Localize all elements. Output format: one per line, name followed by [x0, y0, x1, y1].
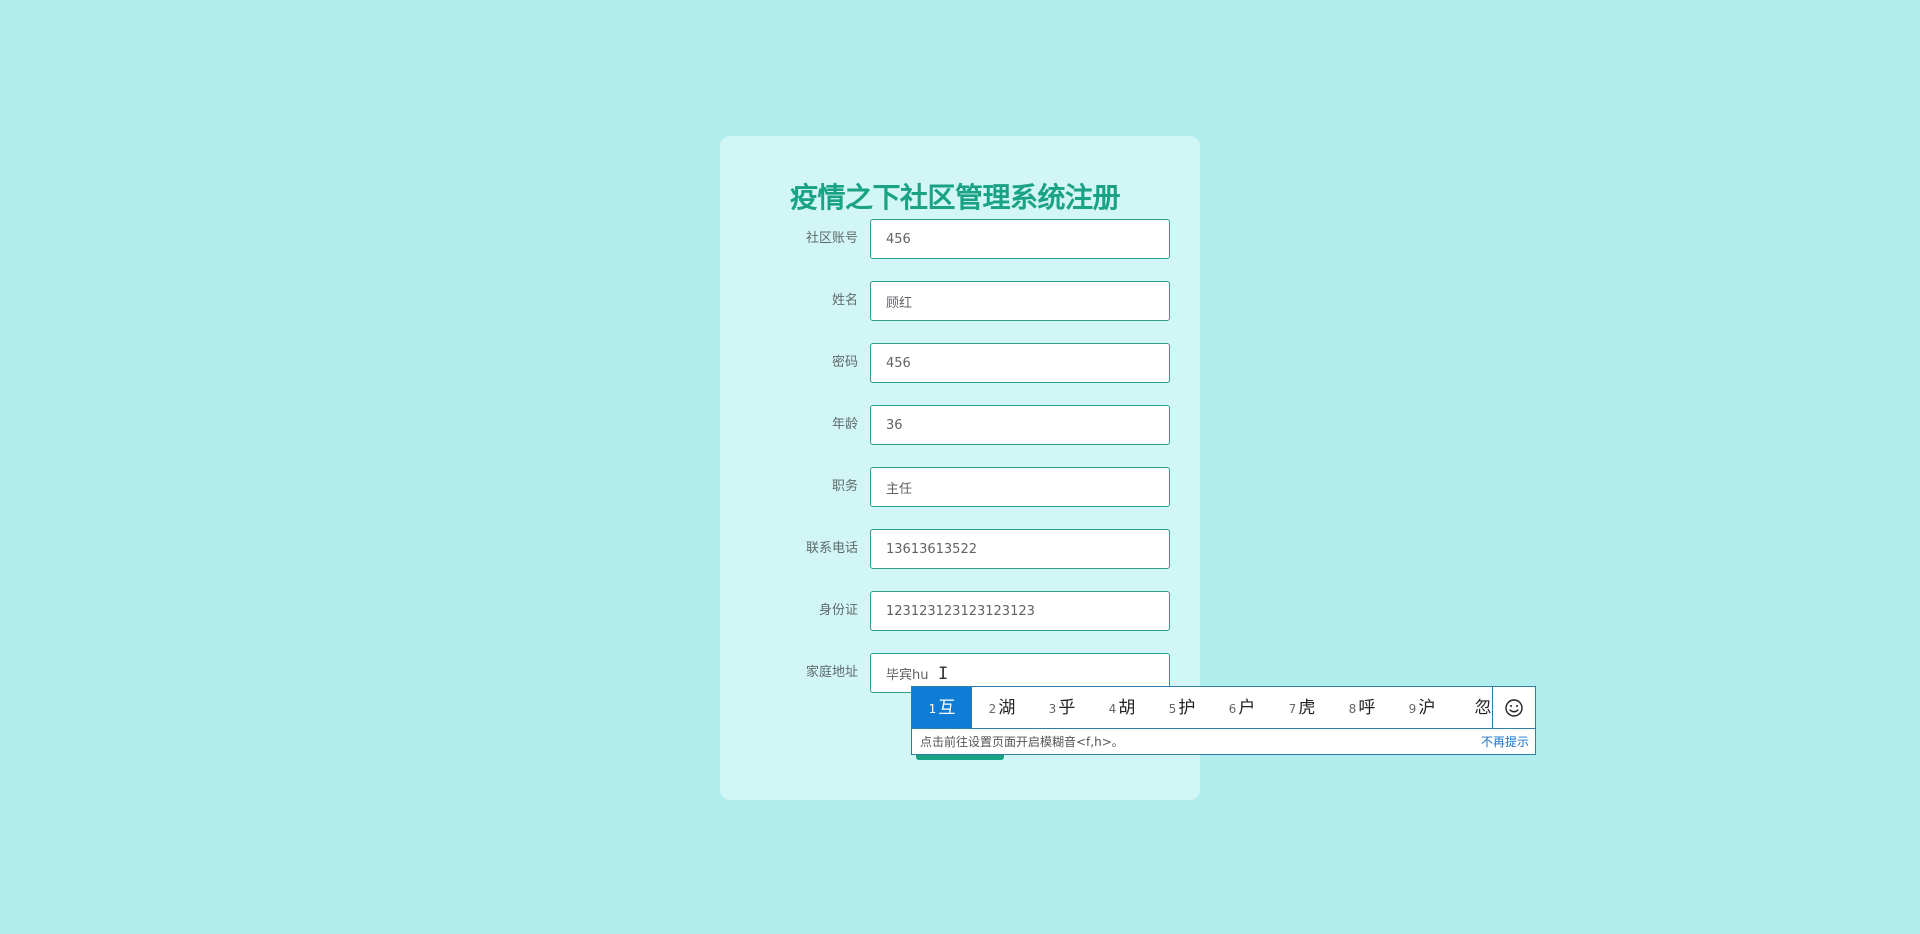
account-input[interactable] [870, 219, 1170, 259]
position-label: 职务 [831, 479, 858, 494]
form-row-position: 职务 [720, 467, 1200, 507]
ime-candidate[interactable]: 2湖 [972, 687, 1032, 728]
ime-candidate[interactable]: 3乎 [1032, 687, 1092, 728]
form-row-account: 社区账号 [720, 219, 1200, 259]
ime-candidate[interactable]: 4胡 [1092, 687, 1152, 728]
ime-dismiss-link[interactable]: 不再提示 [1481, 729, 1529, 755]
ime-candidate[interactable]: 1互 [912, 687, 972, 728]
name-label: 姓名 [831, 293, 858, 308]
text-cursor-icon: I [938, 664, 949, 684]
age-input[interactable] [870, 405, 1170, 445]
ime-hint-text[interactable]: 点击前往设置页面开启模糊音<f,h>。 [920, 729, 1124, 755]
age-label: 年龄 [831, 417, 858, 432]
ime-candidate[interactable]: 7虎 [1272, 687, 1332, 728]
position-input[interactable] [870, 467, 1170, 507]
ime-candidate[interactable]: 忽 [1452, 687, 1493, 728]
password-label: 密码 [831, 355, 858, 370]
ime-candidate-bar: 1互2湖3乎4胡5护6户7虎8呼9沪忽 [912, 687, 1493, 729]
account-label: 社区账号 [805, 231, 858, 246]
ime-candidate[interactable]: 6户 [1212, 687, 1272, 728]
form-row-password: 密码 [720, 343, 1200, 383]
form-row-age: 年龄 [720, 405, 1200, 445]
id-card-label: 身份证 [818, 603, 858, 618]
page-title: 疫情之下社区管理系统注册 [790, 181, 1121, 214]
ime-candidate[interactable]: 5护 [1152, 687, 1212, 728]
id-card-input[interactable] [870, 591, 1170, 631]
ime-candidate[interactable]: 9沪 [1392, 687, 1452, 728]
ime-candidate[interactable]: 8呼 [1332, 687, 1392, 728]
phone-label: 联系电话 [805, 541, 858, 556]
address-label: 家庭地址 [805, 665, 858, 680]
ime-candidate-window: 1互2湖3乎4胡5护6户7虎8呼9沪忽 点击前往设置页面开启模糊音<f,h>。 … [911, 686, 1536, 755]
password-input[interactable] [870, 343, 1170, 383]
phone-input[interactable] [870, 529, 1170, 569]
form-row-name: 姓名 [720, 281, 1200, 321]
form-row-phone: 联系电话 [720, 529, 1200, 569]
form-row-id-card: 身份证 [720, 591, 1200, 631]
name-input[interactable] [870, 281, 1170, 321]
smiley-icon[interactable] [1492, 687, 1535, 729]
